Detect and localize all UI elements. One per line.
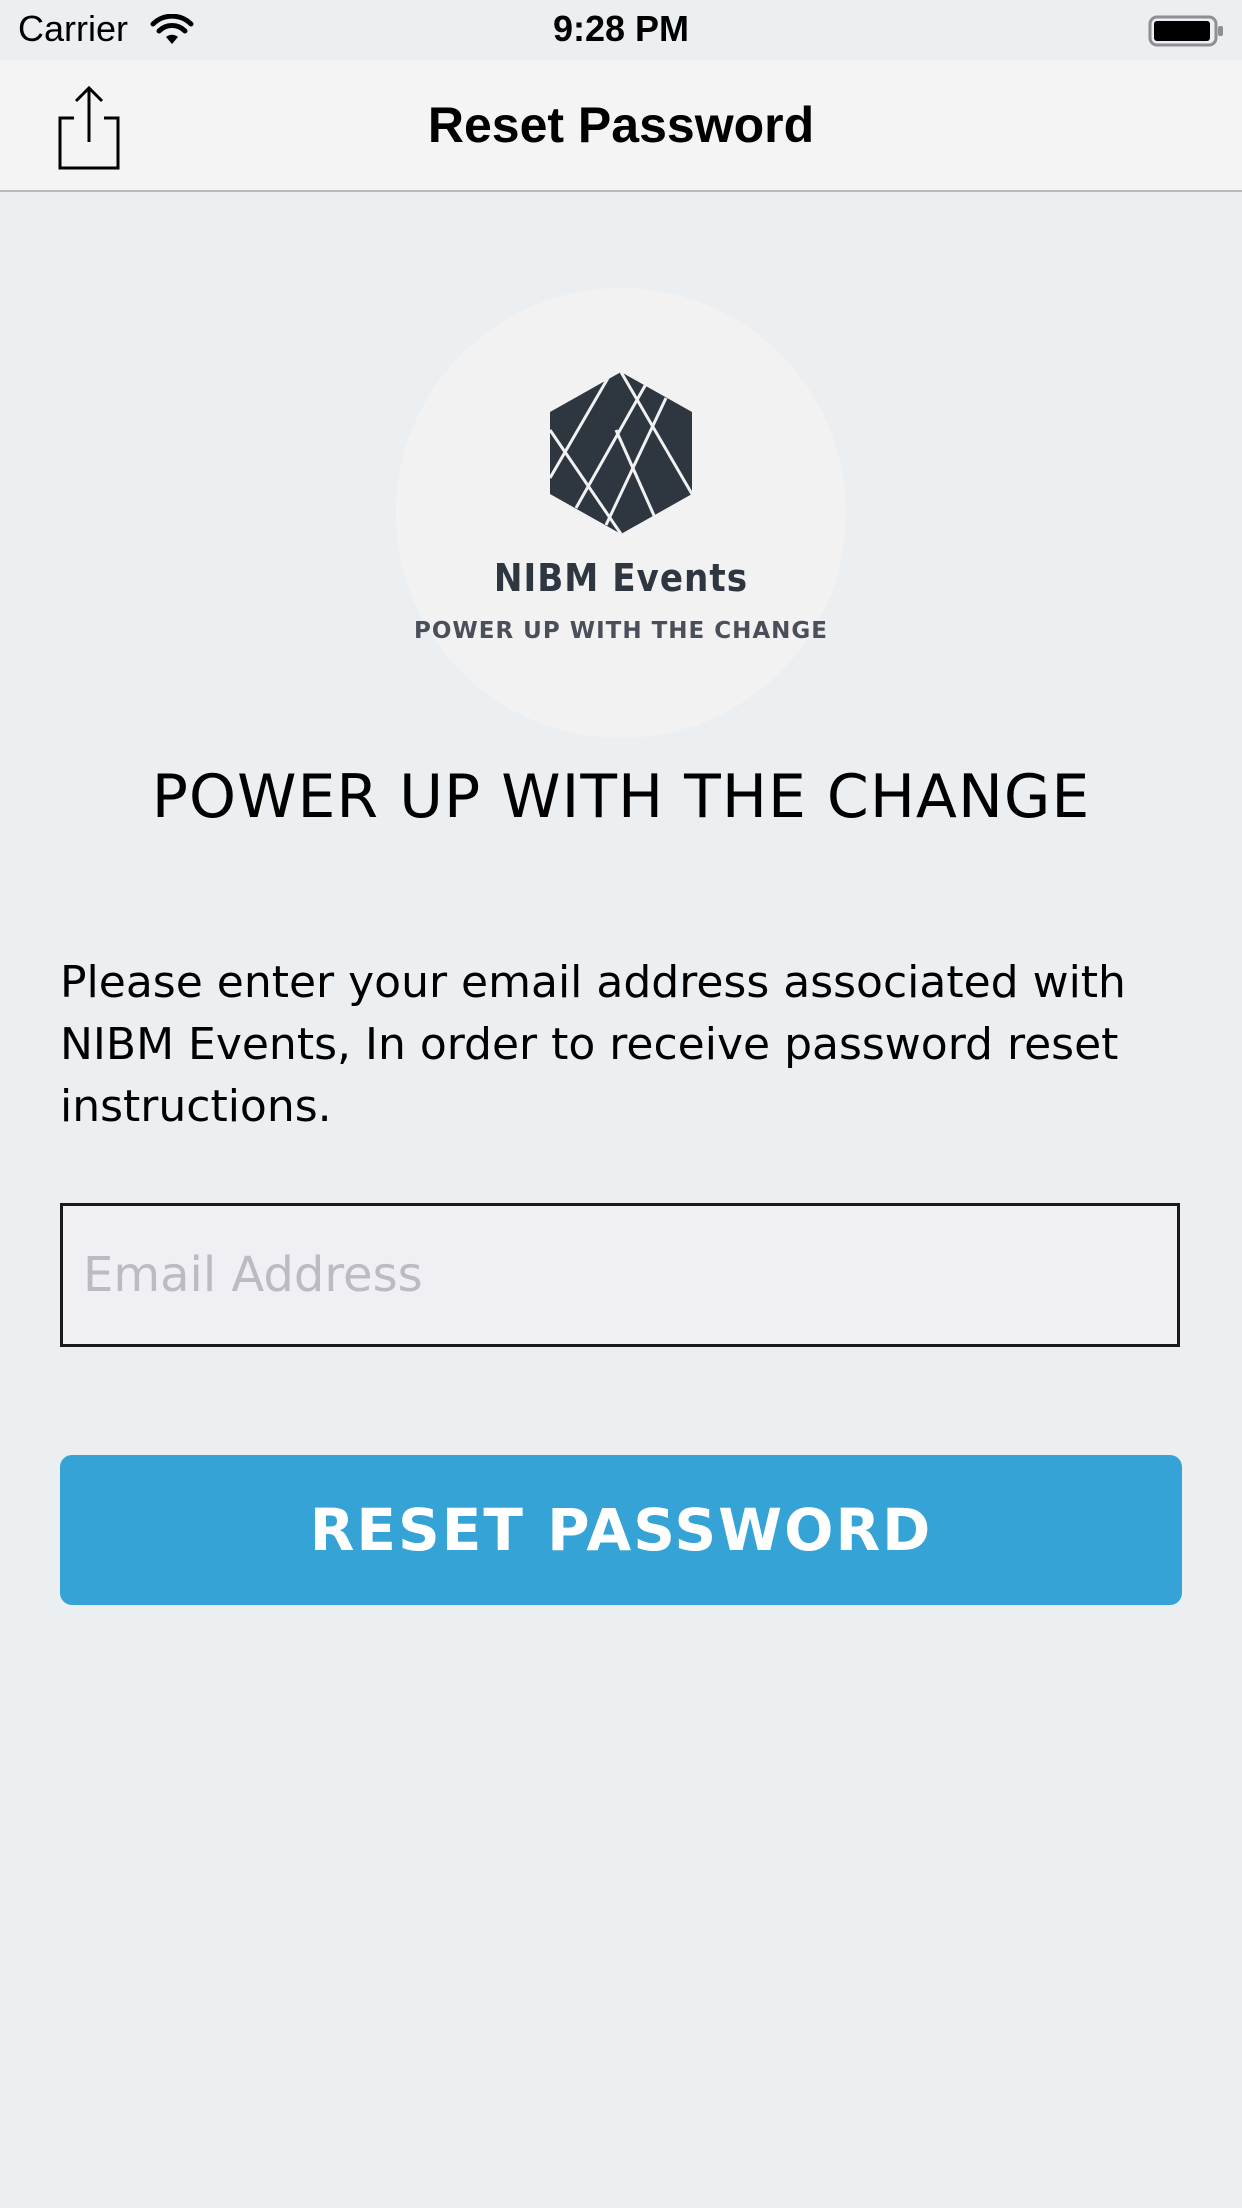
navigation-bar: Reset Password (0, 60, 1242, 192)
reset-password-button[interactable]: RESET PASSWORD (60, 1455, 1182, 1605)
battery-icon (1148, 15, 1223, 47)
headline: POWER UP WITH THE CHANGE (151, 762, 1091, 832)
app-logo: NIBM Events POWER UP WITH THE CHANGE (396, 288, 846, 738)
instructions-text: Please enter your email address associat… (60, 957, 1126, 1132)
email-field[interactable] (60, 1203, 1180, 1347)
logo-tagline: POWER UP WITH THE CHANGE (413, 618, 829, 644)
status-bar: Carrier 9:28 PM (0, 0, 1242, 60)
hexagon-logo-icon (548, 371, 694, 535)
logo-name: NIBM Events (493, 556, 749, 600)
clock-time: 9:28 PM (552, 8, 690, 49)
page-title: Reset Password (427, 97, 815, 153)
